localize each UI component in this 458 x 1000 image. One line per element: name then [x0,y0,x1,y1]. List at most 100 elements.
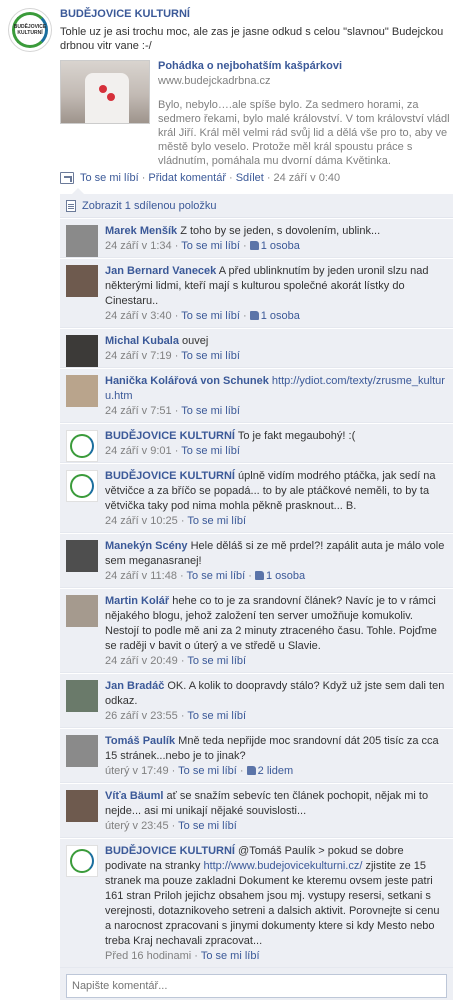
share-icon [60,172,74,184]
commenter-avatar[interactable] [66,540,98,572]
share-link[interactable]: Sdílet [236,172,264,184]
comment-body: BUDĚJOVICE KULTURNÍ úplně vidím modrého … [105,469,447,514]
thumbs-up-icon [249,241,259,250]
comment-timestamp: úterý v 23:45 [105,820,169,832]
link-title[interactable]: Pohádka o nejbohatším kašpárkovi [158,60,342,72]
comment-like-link[interactable]: To se mi líbí [181,310,240,322]
comment-item: Jan Bernard Vanecek A před ublinknutím b… [60,258,453,328]
post-author-link[interactable]: BUDĚJOVICE KULTURNÍ [60,8,190,20]
comment-like-count[interactable]: 1 osoba [261,240,300,252]
comment-like-link[interactable]: To se mi líbí [201,950,260,962]
comment-like-link[interactable]: To se mi líbí [187,570,246,582]
commenter-avatar[interactable] [66,225,98,257]
comment-timestamp: 24 září v 9:01 [105,445,172,457]
commenter-avatar[interactable] [66,595,98,627]
comment-meta: 26 září v 23:55 · To se mi líbí [105,710,247,722]
commenter-avatar[interactable] [66,335,98,367]
comment-like-link[interactable]: To se mi líbí [178,820,237,832]
comment-item: BUDĚJOVICE KULTURNÍ úplně vidím modrého … [60,463,453,533]
commenter-avatar[interactable] [66,375,98,407]
comment-meta: 24 září v 10:25 · To se mi líbí [105,515,247,527]
comment-author-link[interactable]: BUDĚJOVICE KULTURNÍ [105,470,235,482]
post-timestamp: 24 září v 0:40 [273,172,341,184]
comment-timestamp: 24 září v 10:25 [105,515,178,527]
comment-timestamp: Před 16 hodinami [105,950,192,962]
add-comment-link[interactable]: Přidat komentář [148,172,226,184]
comment-item: Hanička Kolářová von Schunek http://ydio… [60,368,453,423]
comment-item: Víťa Bäuml ať se snažím sebevíc ten člán… [60,783,453,838]
comment-like-count[interactable]: 1 osoba [261,310,300,322]
comment-like-link[interactable]: To se mi líbí [181,445,240,457]
page-avatar-small[interactable] [66,470,98,502]
comment-like-link[interactable]: To se mi líbí [181,405,240,417]
like-link[interactable]: To se mi líbí [80,172,139,184]
comment-like-link[interactable]: To se mi líbí [181,350,240,362]
comment-body: Marek Menšík Z toho by se jeden, s dovol… [105,224,447,239]
comment-author-link[interactable]: Víťa Bäuml [105,790,163,802]
comment-meta: Před 16 hodinami · To se mi líbí [105,950,260,962]
commenter-avatar[interactable] [66,680,98,712]
comment-author-link[interactable]: BUDĚJOVICE KULTURNÍ [105,430,235,442]
comment-timestamp: 24 září v 11:48 [105,570,177,582]
comment-body: Michal Kubala ouvej [105,334,447,349]
comment-like-link[interactable]: To se mi líbí [181,240,240,252]
comment-meta: úterý v 17:49 · To se mi líbí · 2 lidem [105,765,294,777]
comment-author-link[interactable]: Michal Kubala [105,335,179,347]
document-icon [66,199,76,212]
comment-author-link[interactable]: Jan Bernard Vanecek [105,265,216,277]
comment-like-link[interactable]: To se mi líbí [187,515,246,527]
comment-author-link[interactable]: Tomáš Paulík [105,735,175,747]
page-avatar-small[interactable] [66,845,98,877]
comment-meta: úterý v 23:45 · To se mi líbí [105,820,237,832]
comment-like-count[interactable]: 2 lidem [258,765,293,777]
comment-meta: 24 září v 7:51 · To se mi líbí [105,405,240,417]
comment-body: Víťa Bäuml ať se snažím sebevíc ten člán… [105,789,447,819]
commenter-avatar[interactable] [66,735,98,767]
thumbs-up-icon [255,571,264,580]
commenter-avatar[interactable] [66,265,98,297]
comment-item: Tomáš Paulík Mně teda nepřijde moc srand… [60,728,453,783]
link-preview: Pohádka o nejbohatším kašpárkovi www.bud… [60,60,452,168]
comment-item: Jan Bradáč OK. A kolik to doopravdy stál… [60,673,453,728]
comment-body: Jan Bernard Vanecek A před ublinknutím b… [105,264,447,309]
comment-body: BUDĚJOVICE KULTURNÍ @Tomáš Paulík > poku… [105,844,447,949]
comment-timestamp: 24 září v 7:19 [105,350,172,362]
link-thumbnail[interactable] [60,60,150,124]
shared-items-row[interactable]: Zobrazit 1 sdílenou položku [60,194,453,218]
write-comment-input[interactable] [66,974,447,998]
comment-author-link[interactable]: Manekýn Scény [105,540,188,552]
comment-body: Tomáš Paulík Mně teda nepřijde moc srand… [105,734,447,764]
comment-text: ouvej [182,335,209,347]
comment-like-link[interactable]: To se mi líbí [187,710,246,722]
comment-link[interactable]: http://www.budejovicekulturni.cz/ [203,860,362,872]
comment-item: Manekýn Scény Hele děláš si ze mě prdel?… [60,533,453,588]
comment-body: Hanička Kolářová von Schunek http://ydio… [105,374,447,404]
shared-items-link[interactable]: Zobrazit 1 sdílenou položku [82,200,217,212]
comment-timestamp: 24 září v 1:34 [105,240,172,252]
comment-author-link[interactable]: Martin Kolář [105,595,169,607]
page-logo: BUDĚJOVICE KULTURNÍ [12,12,48,48]
comment-like-count[interactable]: 1 osoba [266,570,305,582]
comment-body: Martin Kolář hehe co to je za srandovní … [105,594,447,654]
comment-author-link[interactable]: Marek Menšík [105,225,177,237]
comment-body: Jan Bradáč OK. A kolik to doopravdy stál… [105,679,447,709]
comment-author-link[interactable]: Hanička Kolářová von Schunek [105,375,269,387]
page-avatar-small[interactable] [66,430,98,462]
comment-like-link[interactable]: To se mi líbí [187,655,246,667]
comment-author-link[interactable]: BUDĚJOVICE KULTURNÍ [105,845,235,857]
comment-body: BUDĚJOVICE KULTURNÍ To je fakt megaubohý… [105,429,447,444]
comment-item: Marek Menšík Z toho by se jeden, s dovol… [60,218,453,258]
comment-timestamp: 24 září v 7:51 [105,405,172,417]
comment-like-link[interactable]: To se mi líbí [178,765,237,777]
link-url: www.budejckadrbna.cz [158,75,271,87]
comment-timestamp: 24 září v 20:49 [105,655,178,667]
post-actions: To se mi líbí · Přidat komentář · Sdílet… [60,172,340,184]
comment-meta: 24 září v 9:01 · To se mi líbí [105,445,240,457]
comment-author-link[interactable]: Jan Bradáč [105,680,164,692]
comment-text: To je fakt megaubohý! :( [237,430,356,442]
comment-list: Marek Menšík Z toho by se jeden, s dovol… [60,218,453,968]
commenter-avatar[interactable] [66,790,98,822]
write-comment-row [60,968,453,1000]
page-avatar[interactable]: BUDĚJOVICE KULTURNÍ [8,8,52,52]
comment-text: Z toho by se jeden, s dovolením, ublink.… [180,225,381,237]
